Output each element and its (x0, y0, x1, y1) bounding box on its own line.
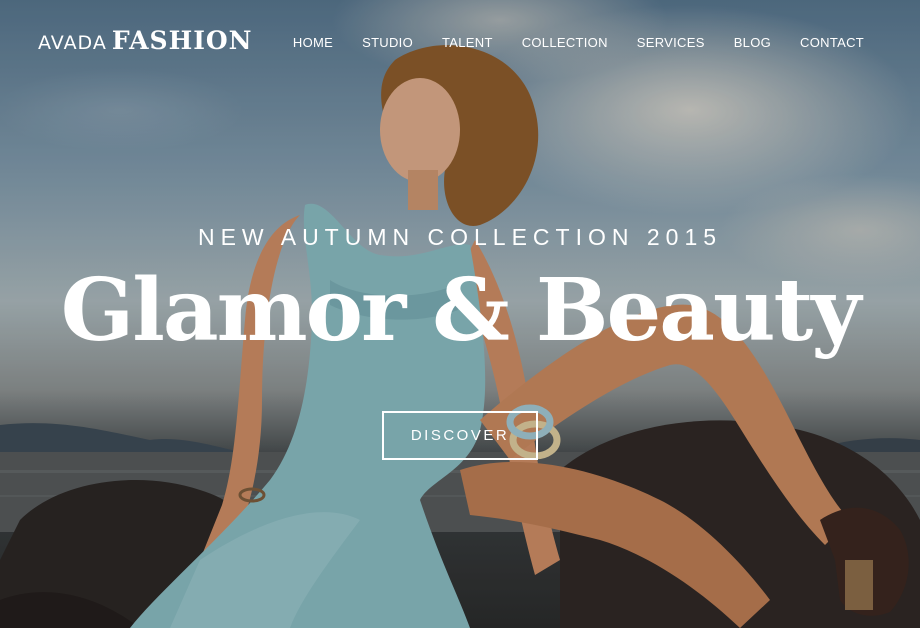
hero-subtitle: NEW AUTUMN COLLECTION 2015 (197, 224, 723, 250)
main-navigation: HOME STUDIO TALENT COLLECTION SERVICES B… (293, 35, 864, 50)
nav-item-home[interactable]: HOME (293, 35, 333, 50)
nav-item-contact[interactable]: CONTACT (800, 35, 864, 50)
site-logo[interactable]: AVADA FASHION (38, 26, 253, 55)
nav-item-talent[interactable]: TALENT (442, 35, 493, 50)
nav-item-blog[interactable]: BLOG (734, 35, 771, 50)
discover-button[interactable]: DISCOVER (382, 411, 538, 460)
hero-headline: Glamor & Beauty (60, 260, 861, 361)
nav-item-services[interactable]: SERVICES (637, 35, 705, 50)
nav-item-collection[interactable]: COLLECTION (522, 35, 608, 50)
logo-text-light: AVADA (38, 32, 107, 54)
logo-text-bold: FASHION (111, 26, 253, 55)
hero-section: AVADA FASHION HOME STUDIO TALENT COLLECTI… (0, 0, 920, 628)
nav-item-studio[interactable]: STUDIO (362, 35, 413, 50)
